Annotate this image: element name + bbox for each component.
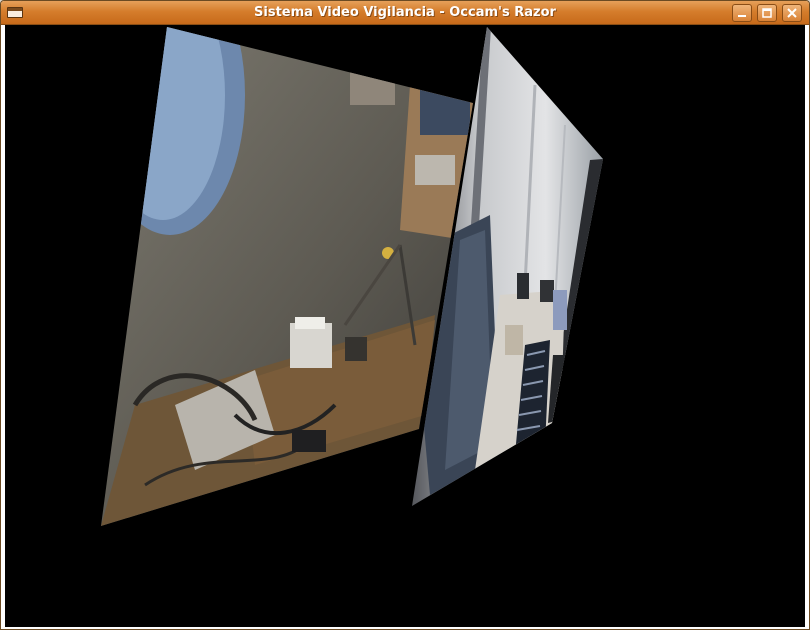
close-button[interactable] (782, 4, 802, 22)
window-title: Sistema Video Vigilancia - Occam's Razor (254, 5, 556, 20)
maximize-button[interactable] (757, 4, 777, 22)
minimize-button[interactable] (732, 4, 752, 22)
camera-feed-left (101, 27, 473, 526)
maximize-icon (762, 8, 772, 18)
close-icon (787, 8, 797, 18)
minimize-icon (738, 15, 746, 17)
video-viewport[interactable] (5, 25, 805, 627)
title-bar[interactable]: Sistema Video Vigilancia - Occam's Razor (1, 1, 809, 25)
application-window: Sistema Video Vigilancia - Occam's Razor (0, 0, 810, 630)
